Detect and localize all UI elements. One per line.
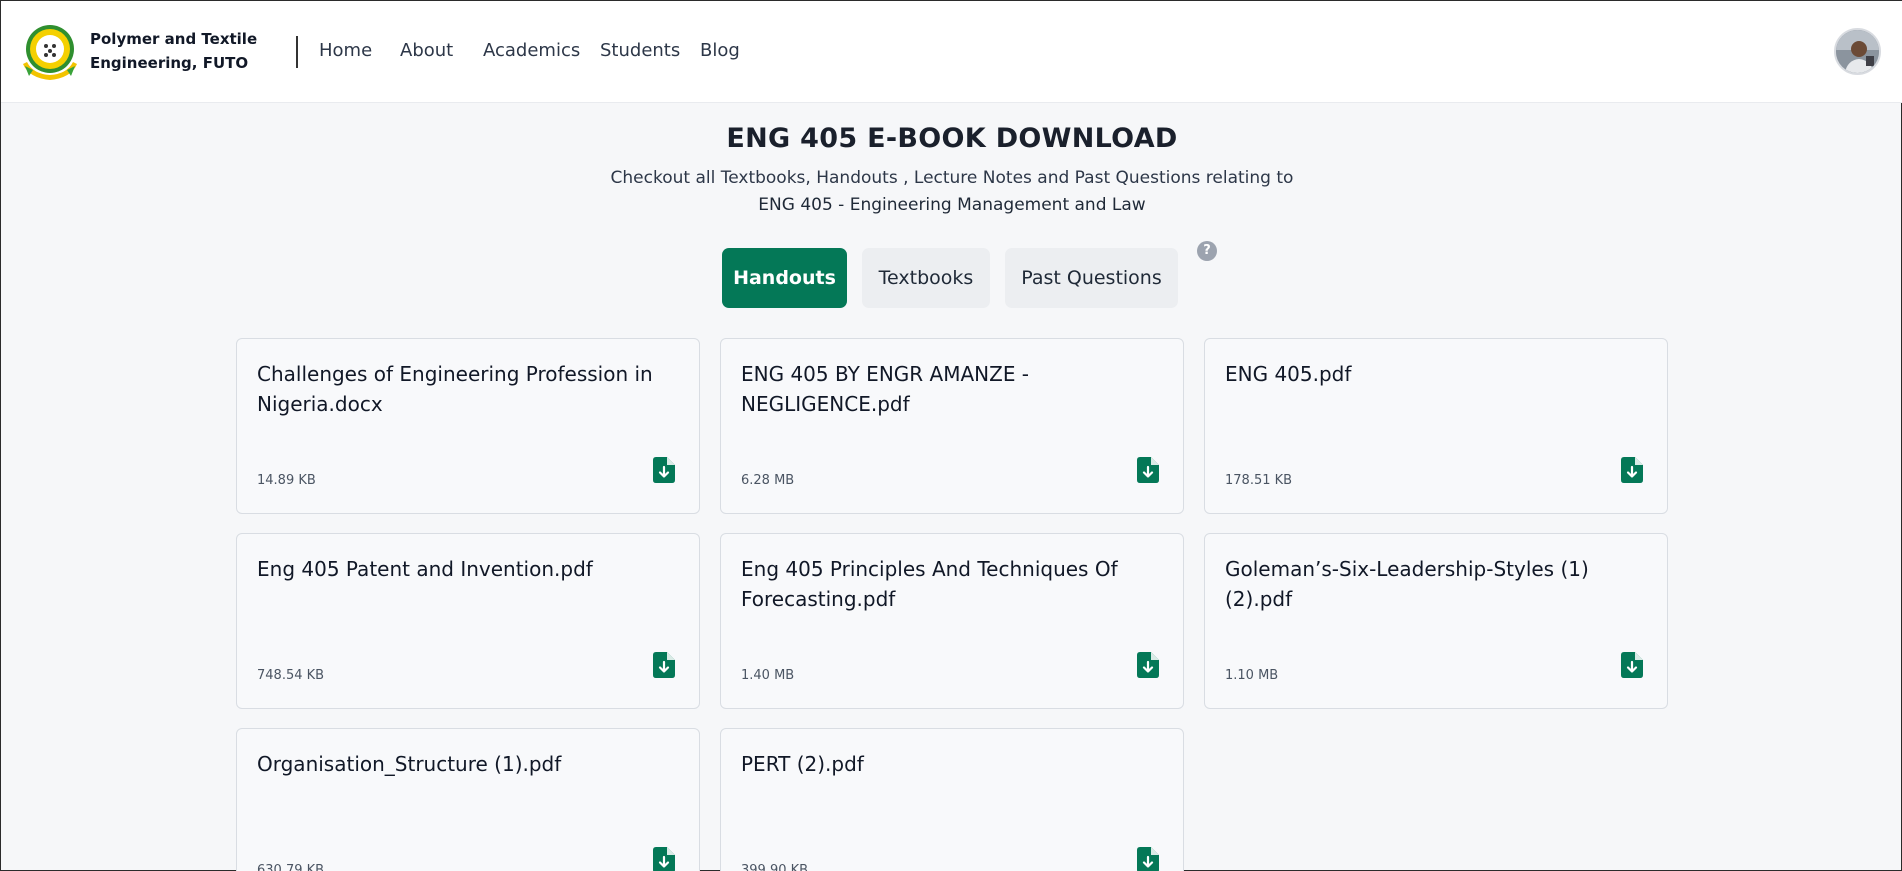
nav-students-link[interactable]: Students — [600, 39, 680, 63]
page-title: ENG 405 E-BOOK DOWNLOAD — [726, 123, 1178, 154]
file-card[interactable]: Eng 405 Patent and Invention.pdf 748.54 K… — [236, 533, 700, 709]
file-download-icon[interactable] — [653, 652, 675, 678]
brand-name[interactable]: Polymer and Textile Engineering, FUTO — [90, 27, 270, 75]
file-card[interactable]: Goleman’s-Six-Leadership-Styles (1) (2).… — [1204, 533, 1668, 709]
file-size: 630.79 KB — [257, 863, 325, 871]
file-card[interactable]: ENG 405.pdf 178.51 KB — [1204, 338, 1668, 514]
file-card[interactable]: Challenges of Engineering Profession in … — [236, 338, 700, 514]
file-name: Organisation_Structure (1).pdf — [257, 752, 562, 776]
file-size: 14.89 KB — [257, 473, 316, 488]
brand-line-2: Engineering, FUTO — [90, 54, 249, 72]
file-download-icon[interactable] — [1137, 457, 1159, 483]
nav-blog-link[interactable]: Blog — [700, 39, 740, 63]
file-size: 178.51 KB — [1225, 473, 1293, 488]
user-avatar-icon[interactable] — [1834, 28, 1881, 75]
tab-textbooks[interactable]: Textbooks — [862, 248, 990, 308]
futo-crest-logo-icon[interactable] — [19, 20, 81, 82]
file-size: 1.40 MB — [741, 668, 795, 683]
brand-line-1: Polymer and Textile — [90, 30, 258, 48]
file-size: 748.54 KB — [257, 668, 325, 683]
file-name: ENG 405.pdf — [1225, 362, 1352, 386]
file-download-icon[interactable] — [1137, 847, 1159, 871]
top-header: Polymer and Textile Engineering, FUTO Ho… — [1, 1, 1902, 103]
nav-about-link[interactable]: About — [400, 39, 453, 63]
help-icon[interactable]: ? — [1197, 241, 1217, 261]
file-card[interactable]: ENG 405 BY ENGR AMANZE - NEGLIGENCE.pdf 6… — [720, 338, 1184, 514]
file-size: 399.90 KB — [741, 863, 809, 871]
header-divider — [296, 36, 298, 68]
file-size: 6.28 MB — [741, 473, 795, 488]
course-name: ENG 405 - Engineering Management and Law — [758, 195, 1146, 215]
file-name: ENG 405 BY ENGR AMANZE - NEGLIGENCE.pdf — [741, 362, 1030, 416]
file-download-icon[interactable] — [653, 847, 675, 871]
file-name: PERT (2).pdf — [741, 752, 864, 776]
tab-past-questions[interactable]: Past Questions — [1005, 248, 1178, 308]
file-name: Eng 405 Principles And Techniques Of For… — [741, 557, 1118, 611]
file-download-icon[interactable] — [1621, 652, 1643, 678]
nav-academics-link[interactable]: Academics — [483, 39, 580, 63]
tab-handouts[interactable]: Handouts — [722, 248, 847, 308]
file-card[interactable]: PERT (2).pdf 399.90 KB — [720, 728, 1184, 871]
file-download-icon[interactable] — [653, 457, 675, 483]
file-size: 1.10 MB — [1225, 668, 1279, 683]
file-name: Challenges of Engineering Profession in … — [257, 362, 653, 416]
file-name: Goleman’s-Six-Leadership-Styles (1) (2).… — [1225, 557, 1589, 611]
file-name: Eng 405 Patent and Invention.pdf — [257, 557, 593, 581]
file-download-icon[interactable] — [1137, 652, 1159, 678]
file-download-icon[interactable] — [1621, 457, 1643, 483]
file-card[interactable]: Organisation_Structure (1).pdf 630.79 KB — [236, 728, 700, 871]
page-subtitle: Checkout all Textbooks, Handouts , Lectu… — [610, 168, 1294, 188]
file-card[interactable]: Eng 405 Principles And Techniques Of For… — [720, 533, 1184, 709]
nav-home-link[interactable]: Home — [319, 39, 372, 63]
